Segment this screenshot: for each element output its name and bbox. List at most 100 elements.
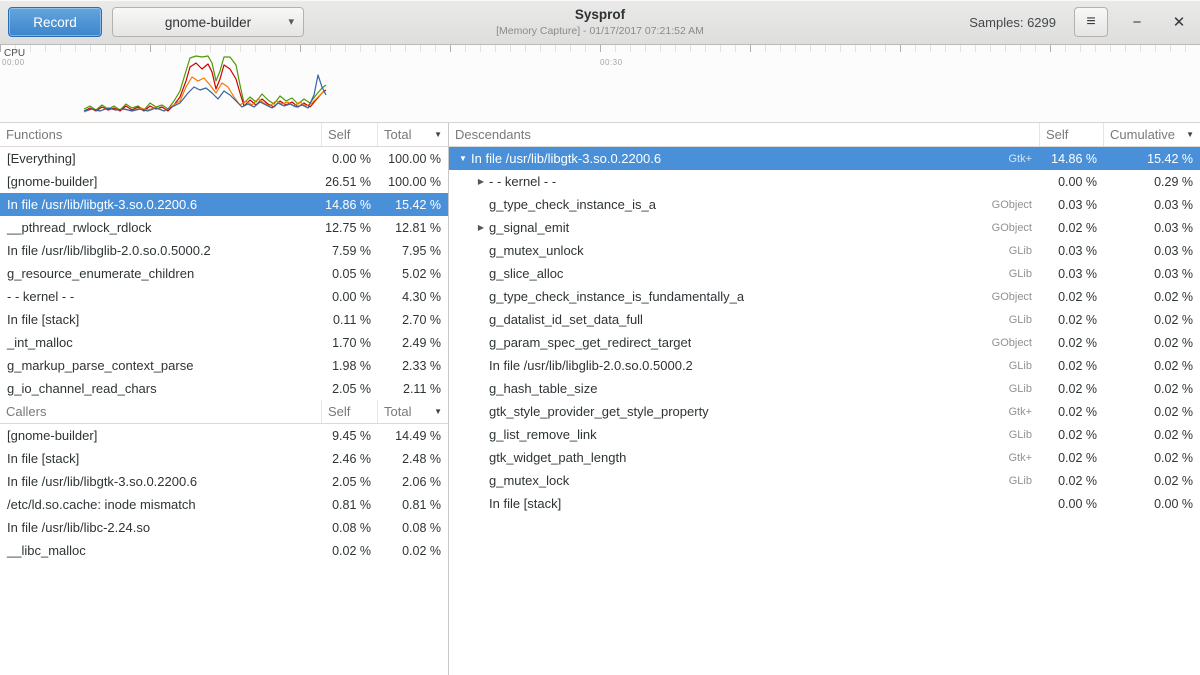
callers-column-header[interactable]: Callers bbox=[0, 400, 322, 423]
descendant-row[interactable]: g_hash_table_size GLib 0.02 % 0.02 % bbox=[449, 377, 1200, 400]
tree-expander-icon[interactable]: ▶ bbox=[473, 223, 489, 232]
function-total-percent: 100.00 % bbox=[378, 175, 448, 189]
record-button[interactable]: Record bbox=[8, 7, 102, 37]
function-self-percent: 7.59 % bbox=[322, 244, 378, 258]
descendant-row[interactable]: ▶ - - kernel - - 0.00 % 0.29 % bbox=[449, 170, 1200, 193]
callers-self-column-header[interactable]: Self bbox=[322, 400, 378, 423]
descendant-name: g_hash_table_size bbox=[489, 381, 597, 396]
close-icon: ✕ bbox=[1173, 14, 1186, 31]
function-row[interactable]: - - kernel - - 0.00 % 4.30 % bbox=[0, 285, 448, 308]
descendant-row[interactable]: ▶ g_signal_emit GObject 0.02 % 0.03 % bbox=[449, 216, 1200, 239]
descendant-self-percent: 0.03 % bbox=[1040, 198, 1104, 212]
library-category-label: GLib bbox=[999, 314, 1040, 326]
window-title-area: Sysprof [Memory Capture] - 01/17/2017 07… bbox=[496, 7, 704, 37]
caller-row[interactable]: In file /usr/lib/libgtk-3.so.0.2200.6 2.… bbox=[0, 470, 448, 493]
function-total-percent: 15.42 % bbox=[378, 198, 448, 212]
descendant-row[interactable]: ▼ In file /usr/lib/libgtk-3.so.0.2200.6 … bbox=[449, 147, 1200, 170]
descendant-name: g_type_check_instance_is_a bbox=[489, 197, 656, 212]
descendant-row[interactable]: g_param_spec_get_redirect_target GObject… bbox=[449, 331, 1200, 354]
function-row[interactable]: g_resource_enumerate_children 0.05 % 5.0… bbox=[0, 262, 448, 285]
functions-total-column-header[interactable]: Total ▼ bbox=[378, 123, 448, 146]
caller-row[interactable]: In file [stack] 2.46 % 2.48 % bbox=[0, 447, 448, 470]
cpu-timeline[interactable]: CPU 00:00 00:30 bbox=[0, 45, 1200, 123]
function-total-percent: 5.02 % bbox=[378, 267, 448, 281]
function-name: _int_malloc bbox=[0, 335, 322, 350]
descendant-name: g_param_spec_get_redirect_target bbox=[489, 335, 691, 350]
descendant-name-cell: g_type_check_instance_is_fundamentally_a… bbox=[449, 289, 1040, 304]
descendant-name: g_mutex_lock bbox=[489, 473, 569, 488]
callers-total-header-label: Total bbox=[384, 404, 411, 419]
descendant-name-cell: gtk_style_provider_get_style_property Gt… bbox=[449, 404, 1040, 419]
tree-expander-icon[interactable]: ▶ bbox=[473, 177, 489, 186]
minimize-icon: − bbox=[1133, 14, 1142, 31]
callers-table-header: Callers Self Total ▼ bbox=[0, 400, 448, 424]
function-row[interactable]: _int_malloc 1.70 % 2.49 % bbox=[0, 331, 448, 354]
functions-table-header: Functions Self Total ▼ bbox=[0, 123, 448, 147]
descendant-name-cell: g_slice_alloc GLib bbox=[449, 266, 1040, 281]
descendant-row[interactable]: g_list_remove_link GLib 0.02 % 0.02 % bbox=[449, 423, 1200, 446]
function-row[interactable]: g_markup_parse_context_parse 1.98 % 2.33… bbox=[0, 354, 448, 377]
function-row[interactable]: g_io_channel_read_chars 2.05 % 2.11 % bbox=[0, 377, 448, 400]
descendants-cumulative-column-header[interactable]: Cumulative ▼ bbox=[1104, 123, 1200, 146]
library-category-label: Gtk+ bbox=[998, 153, 1040, 165]
sort-indicator-icon: ▼ bbox=[430, 407, 442, 416]
cpu-usage-graph bbox=[0, 45, 1200, 122]
headerbar: Record gnome-builder ▾ Sysprof [Memory C… bbox=[0, 0, 1200, 45]
callers-total-column-header[interactable]: Total ▼ bbox=[378, 400, 448, 423]
caller-row[interactable]: __libc_malloc 0.02 % 0.02 % bbox=[0, 539, 448, 562]
function-name: [gnome-builder] bbox=[0, 174, 322, 189]
function-total-percent: 2.70 % bbox=[378, 313, 448, 327]
caller-total-percent: 0.02 % bbox=[378, 544, 448, 558]
functions-table: [Everything] 0.00 % 100.00 % [gnome-buil… bbox=[0, 147, 448, 400]
caller-row[interactable]: /etc/ld.so.cache: inode mismatch 0.81 % … bbox=[0, 493, 448, 516]
function-row[interactable]: In file [stack] 0.11 % 2.70 % bbox=[0, 308, 448, 331]
descendant-name-cell: ▼ In file /usr/lib/libgtk-3.so.0.2200.6 … bbox=[449, 151, 1040, 166]
function-self-percent: 14.86 % bbox=[322, 198, 378, 212]
descendant-row[interactable]: g_slice_alloc GLib 0.03 % 0.03 % bbox=[449, 262, 1200, 285]
function-row[interactable]: __pthread_rwlock_rdlock 12.75 % 12.81 % bbox=[0, 216, 448, 239]
function-name: In file /usr/lib/libglib-2.0.so.0.5000.2 bbox=[0, 243, 322, 258]
menu-button[interactable]: ≡ bbox=[1074, 7, 1108, 37]
descendant-row[interactable]: gtk_widget_path_length Gtk+ 0.02 % 0.02 … bbox=[449, 446, 1200, 469]
descendants-self-column-header[interactable]: Self bbox=[1040, 123, 1104, 146]
functions-self-column-header[interactable]: Self bbox=[322, 123, 378, 146]
descendant-row[interactable]: In file [stack] 0.00 % 0.00 % bbox=[449, 492, 1200, 515]
descendant-row[interactable]: In file /usr/lib/libglib-2.0.so.0.5000.2… bbox=[449, 354, 1200, 377]
tree-expander-icon[interactable]: ▼ bbox=[455, 154, 471, 163]
callers-header-label: Callers bbox=[6, 404, 46, 419]
sysprof-window: Record gnome-builder ▾ Sysprof [Memory C… bbox=[0, 0, 1200, 675]
minimize-button[interactable]: − bbox=[1124, 9, 1150, 35]
function-name: In file /usr/lib/libgtk-3.so.0.2200.6 bbox=[0, 197, 322, 212]
descendant-name: - - kernel - - bbox=[489, 174, 556, 189]
caller-total-percent: 0.81 % bbox=[378, 498, 448, 512]
functions-header-label: Functions bbox=[6, 127, 62, 142]
function-row[interactable]: [Everything] 0.00 % 100.00 % bbox=[0, 147, 448, 170]
descendants-column-header[interactable]: Descendants bbox=[449, 123, 1040, 146]
caller-row[interactable]: In file /usr/lib/libc-2.24.so 0.08 % 0.0… bbox=[0, 516, 448, 539]
caller-name: In file /usr/lib/libgtk-3.so.0.2200.6 bbox=[0, 474, 322, 489]
descendant-row[interactable]: gtk_style_provider_get_style_property Gt… bbox=[449, 400, 1200, 423]
descendant-name: g_mutex_unlock bbox=[489, 243, 584, 258]
function-name: g_io_channel_read_chars bbox=[0, 381, 322, 396]
functions-total-header-label: Total bbox=[384, 127, 411, 142]
descendant-row[interactable]: g_type_check_instance_is_fundamentally_a… bbox=[449, 285, 1200, 308]
functions-column-header[interactable]: Functions bbox=[0, 123, 322, 146]
descendant-row[interactable]: g_type_check_instance_is_a GObject 0.03 … bbox=[449, 193, 1200, 216]
caller-total-percent: 14.49 % bbox=[378, 429, 448, 443]
descendant-self-percent: 0.02 % bbox=[1040, 428, 1104, 442]
function-row[interactable]: In file /usr/lib/libglib-2.0.so.0.5000.2… bbox=[0, 239, 448, 262]
function-row[interactable]: [gnome-builder] 26.51 % 100.00 % bbox=[0, 170, 448, 193]
descendant-row[interactable]: g_datalist_id_set_data_full GLib 0.02 % … bbox=[449, 308, 1200, 331]
function-row[interactable]: In file /usr/lib/libgtk-3.so.0.2200.6 14… bbox=[0, 193, 448, 216]
descendant-row[interactable]: g_mutex_unlock GLib 0.03 % 0.03 % bbox=[449, 239, 1200, 262]
timeline-time-mid: 00:30 bbox=[600, 58, 623, 67]
caller-self-percent: 0.08 % bbox=[322, 521, 378, 535]
function-self-percent: 0.05 % bbox=[322, 267, 378, 281]
process-selector-dropdown[interactable]: gnome-builder ▾ bbox=[112, 7, 304, 37]
caller-row[interactable]: [gnome-builder] 9.45 % 14.49 % bbox=[0, 424, 448, 447]
main-content: Functions Self Total ▼ [Everything] 0.00… bbox=[0, 123, 1200, 675]
descendant-name-cell: g_hash_table_size GLib bbox=[449, 381, 1040, 396]
close-button[interactable]: ✕ bbox=[1166, 9, 1192, 35]
descendant-row[interactable]: g_mutex_lock GLib 0.02 % 0.02 % bbox=[449, 469, 1200, 492]
caller-self-percent: 2.46 % bbox=[322, 452, 378, 466]
